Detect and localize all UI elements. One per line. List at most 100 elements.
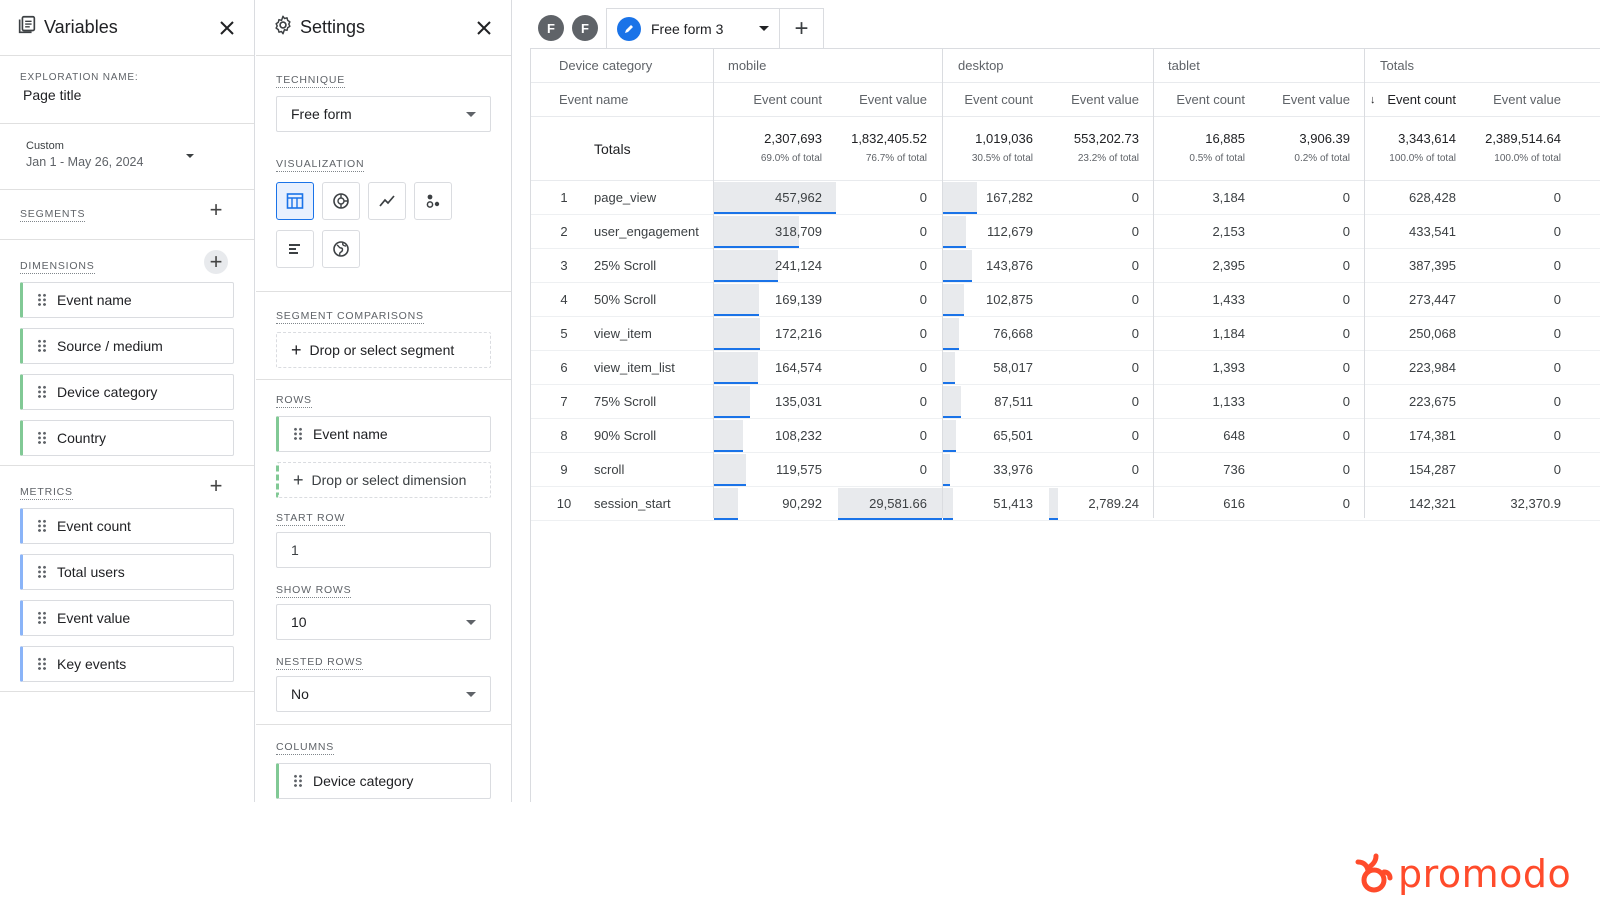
metric-cell[interactable]: 102,875 bbox=[933, 283, 1033, 317]
metric-cell[interactable]: 2,395 bbox=[1145, 249, 1245, 283]
metric-cell[interactable]: 167,282 bbox=[933, 181, 1033, 215]
metric-cell[interactable]: 0 bbox=[1461, 317, 1561, 351]
metric-cell[interactable]: 90,292 bbox=[722, 487, 822, 521]
add-dimension-icon[interactable]: + bbox=[204, 249, 228, 274]
date-dropdown-icon[interactable] bbox=[186, 154, 194, 158]
metric-cell[interactable]: 0 bbox=[827, 317, 927, 351]
metric-cell[interactable]: 58,017 bbox=[933, 351, 1033, 385]
metric-cell[interactable]: 0 bbox=[827, 249, 927, 283]
metric-cell[interactable]: 32,370.9 bbox=[1461, 487, 1561, 521]
metric-cell[interactable]: 135,031 bbox=[722, 385, 822, 419]
start-row-input[interactable]: 1 bbox=[276, 532, 491, 568]
metric-cell[interactable]: 0 bbox=[827, 351, 927, 385]
table-row[interactable]: 6 view_item_list 164,574 0 58,017 0 1,393 0 223,… bbox=[530, 351, 1600, 385]
sort-descending-icon[interactable]: ↓ bbox=[1370, 83, 1376, 117]
metric-cell[interactable]: 0 bbox=[1250, 249, 1350, 283]
metric-cell[interactable]: 0 bbox=[1250, 385, 1350, 419]
metric-cell[interactable]: 0 bbox=[1461, 419, 1561, 453]
drag-handle-icon[interactable] bbox=[293, 774, 303, 788]
metric-cell[interactable]: 0 bbox=[827, 453, 927, 487]
metric-cell[interactable]: 0 bbox=[1250, 453, 1350, 487]
show-rows-select[interactable]: 10 bbox=[276, 604, 491, 640]
metric-cell[interactable]: 0 bbox=[1039, 215, 1139, 249]
close-settings-icon[interactable] bbox=[473, 17, 495, 39]
dimension-chip-event-name[interactable]: Event name bbox=[20, 282, 234, 318]
metric-header-1[interactable]: Event value bbox=[827, 83, 927, 117]
metric-chip-event-value[interactable]: Event value bbox=[20, 600, 234, 636]
table-row[interactable]: 7 75% Scroll 135,031 0 87,511 0 1,133 0 223,675 0 bbox=[530, 385, 1600, 419]
metric-cell[interactable]: 0 bbox=[1250, 317, 1350, 351]
metric-cell[interactable]: 0 bbox=[827, 419, 927, 453]
bar-chart-viz-icon[interactable] bbox=[276, 230, 314, 268]
metric-cell[interactable]: 0 bbox=[1039, 249, 1139, 283]
metric-header-3[interactable]: Event value bbox=[1039, 83, 1139, 117]
drag-handle-icon[interactable] bbox=[37, 385, 47, 399]
metric-cell[interactable]: 0 bbox=[1039, 453, 1139, 487]
table-row[interactable]: 5 view_item 172,216 0 76,668 0 1,184 0 250,068 0 bbox=[530, 317, 1600, 351]
column-dimension-chip[interactable]: Device category bbox=[276, 763, 491, 799]
metric-header-2[interactable]: Event count bbox=[933, 83, 1033, 117]
add-tab-button[interactable]: + bbox=[780, 8, 824, 48]
metric-cell[interactable]: 0 bbox=[1461, 351, 1561, 385]
metric-cell[interactable]: 628,428 bbox=[1356, 181, 1456, 215]
metric-cell[interactable]: 433,541 bbox=[1356, 215, 1456, 249]
event-name-cell[interactable]: user_engagement bbox=[594, 215, 699, 249]
event-name-cell[interactable]: 50% Scroll bbox=[594, 283, 656, 317]
metric-cell[interactable]: 0 bbox=[1039, 351, 1139, 385]
metric-header-5[interactable]: Event value bbox=[1250, 83, 1350, 117]
event-name-cell[interactable]: session_start bbox=[594, 487, 671, 521]
metric-cell[interactable]: 87,511 bbox=[933, 385, 1033, 419]
group-header-tablet[interactable]: tablet bbox=[1168, 49, 1200, 83]
metric-cell[interactable]: 29,581.66 bbox=[827, 487, 927, 521]
event-name-cell[interactable]: 90% Scroll bbox=[594, 419, 656, 453]
drag-handle-icon[interactable] bbox=[37, 519, 47, 533]
tab-menu-caret-icon[interactable] bbox=[759, 26, 769, 31]
technique-select[interactable]: Free form bbox=[276, 96, 491, 132]
metric-cell[interactable]: 65,501 bbox=[933, 419, 1033, 453]
metric-cell[interactable]: 154,287 bbox=[1356, 453, 1456, 487]
metric-cell[interactable]: 0 bbox=[1250, 351, 1350, 385]
donut-chart-viz-icon[interactable] bbox=[322, 182, 360, 220]
metric-cell[interactable]: 1,133 bbox=[1145, 385, 1245, 419]
metric-cell[interactable]: 457,962 bbox=[722, 181, 822, 215]
tab-f-1[interactable]: F bbox=[538, 15, 564, 41]
segment-drop-target[interactable]: + Drop or select segment bbox=[276, 332, 491, 368]
metric-header-4[interactable]: Event count bbox=[1145, 83, 1245, 117]
event-name-cell[interactable]: view_item_list bbox=[594, 351, 675, 385]
drag-handle-icon[interactable] bbox=[37, 339, 47, 353]
metric-cell[interactable]: 0 bbox=[1250, 283, 1350, 317]
metric-cell[interactable]: 108,232 bbox=[722, 419, 822, 453]
metric-cell[interactable]: 223,675 bbox=[1356, 385, 1456, 419]
metric-cell[interactable]: 3,184 bbox=[1145, 181, 1245, 215]
tab-free-form-3[interactable]: Free form 3 bbox=[606, 8, 780, 48]
metric-header-7[interactable]: Event value bbox=[1461, 83, 1561, 117]
metric-cell[interactable]: 0 bbox=[827, 181, 927, 215]
add-metric-icon[interactable]: + bbox=[204, 473, 228, 498]
metric-cell[interactable]: 0 bbox=[827, 215, 927, 249]
metric-cell[interactable]: 2,153 bbox=[1145, 215, 1245, 249]
event-name-cell[interactable]: page_view bbox=[594, 181, 656, 215]
globe-map-viz-icon[interactable] bbox=[322, 230, 360, 268]
group-header-desktop[interactable]: desktop bbox=[958, 49, 1004, 83]
row-dimension-drop-target[interactable]: + Drop or select dimension bbox=[276, 462, 491, 498]
drag-handle-icon[interactable] bbox=[37, 293, 47, 307]
metric-cell[interactable]: 1,184 bbox=[1145, 317, 1245, 351]
nested-rows-select[interactable]: No bbox=[276, 676, 491, 712]
metric-cell[interactable]: 616 bbox=[1145, 487, 1245, 521]
metric-cell[interactable]: 387,395 bbox=[1356, 249, 1456, 283]
metric-cell[interactable]: 33,976 bbox=[933, 453, 1033, 487]
metric-cell[interactable]: 736 bbox=[1145, 453, 1245, 487]
line-chart-viz-icon[interactable] bbox=[368, 182, 406, 220]
scatter-chart-viz-icon[interactable] bbox=[414, 182, 452, 220]
table-row[interactable]: 1 page_view 457,962 0 167,282 0 3,184 0 628,428 0 bbox=[530, 181, 1600, 215]
metric-cell[interactable]: 273,447 bbox=[1356, 283, 1456, 317]
metric-cell[interactable]: 174,381 bbox=[1356, 419, 1456, 453]
dimension-chip-country[interactable]: Country bbox=[20, 420, 234, 456]
metric-cell[interactable]: 51,413 bbox=[933, 487, 1033, 521]
metric-cell[interactable]: 1,393 bbox=[1145, 351, 1245, 385]
date-range-section[interactable]: Custom Jan 1 - May 26, 2024 bbox=[0, 124, 254, 190]
drag-handle-icon[interactable] bbox=[37, 565, 47, 579]
metric-cell[interactable]: 648 bbox=[1145, 419, 1245, 453]
dimension-chip-device-category[interactable]: Device category bbox=[20, 374, 234, 410]
event-name-cell[interactable]: 75% Scroll bbox=[594, 385, 656, 419]
